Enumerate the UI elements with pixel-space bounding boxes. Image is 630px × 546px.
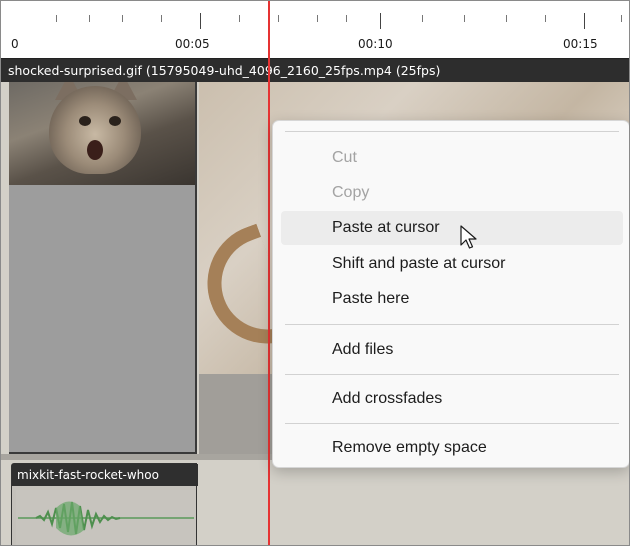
ruler-tick: [89, 15, 90, 22]
ruler-tick: [161, 15, 162, 22]
menu-separator: [285, 131, 619, 132]
ruler-tick: [239, 15, 240, 22]
ruler-tick: [56, 15, 57, 22]
ruler-tick: [380, 13, 381, 29]
ruler-tick: [506, 15, 507, 22]
audio-clip-label: mixkit-fast-rocket-whoo: [12, 464, 198, 486]
menu-item-copy[interactable]: Copy: [281, 176, 623, 210]
timeline-window: 0 00:05 00:10 00:15 shocked-surprised.gi…: [0, 0, 630, 546]
ruler-tick: [545, 15, 546, 22]
menu-item-add-files[interactable]: Add files: [281, 333, 623, 367]
menu-separator: [285, 423, 619, 424]
menu-separator: [285, 374, 619, 375]
ruler-label-15s: 00:15: [563, 37, 598, 51]
menu-item-shift-and-paste[interactable]: Shift and paste at cursor: [281, 247, 623, 281]
ruler-label-10s: 00:10: [358, 37, 393, 51]
playhead-line[interactable]: [268, 1, 270, 545]
ruler-tick: [584, 13, 585, 29]
video-clip-header[interactable]: shocked-surprised.gif (15795049-uhd_4096…: [1, 59, 629, 82]
ruler-label-0: 0: [11, 37, 19, 51]
ruler-label-5s: 00:05: [175, 37, 210, 51]
menu-item-cut[interactable]: Cut: [281, 141, 623, 175]
ruler-tick: [278, 15, 279, 22]
menu-item-remove-empty-space[interactable]: Remove empty space: [281, 431, 623, 465]
ruler-tick: [122, 15, 123, 22]
ruler-tick: [621, 15, 622, 22]
video-clip-cat[interactable]: [9, 82, 197, 454]
audio-waveform-icon: [18, 501, 194, 536]
ruler-tick: [317, 15, 318, 22]
ruler-tick: [346, 15, 347, 22]
ruler-tick: [422, 15, 423, 22]
mouse-pointer-icon: [460, 225, 477, 249]
menu-item-paste-here[interactable]: Paste here: [281, 282, 623, 316]
ruler-tick: [200, 13, 201, 29]
timeline-ruler[interactable]: 0 00:05 00:10 00:15: [1, 1, 629, 59]
cat-thumbnail: [9, 82, 195, 185]
ruler-tick: [464, 15, 465, 22]
menu-item-add-crossfades[interactable]: Add crossfades: [281, 382, 623, 416]
context-menu: Cut Copy Paste at cursor Shift and paste…: [272, 120, 629, 468]
audio-clip[interactable]: mixkit-fast-rocket-whoo: [11, 463, 198, 545]
menu-item-paste-at-cursor[interactable]: Paste at cursor: [281, 211, 623, 245]
menu-separator: [285, 324, 619, 325]
